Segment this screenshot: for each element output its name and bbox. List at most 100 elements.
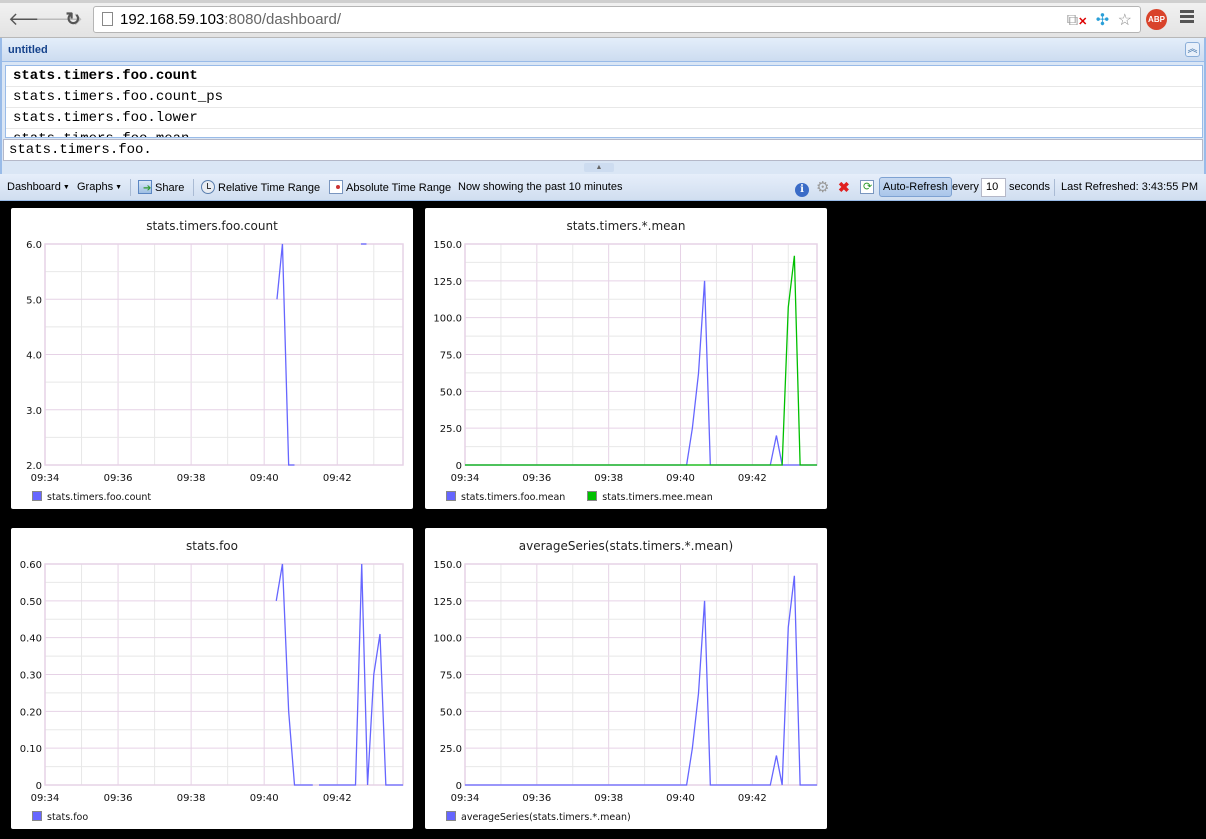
graph-card[interactable]: stats.foo 0 0.10 0.20 0.30 0.40 0.50 0.60 09:34… — [11, 528, 413, 829]
legend-swatch — [32, 491, 42, 501]
x-tick-label: 09:40 — [666, 793, 695, 804]
graph-card[interactable]: stats.timers.*.mean 0 25.0 50.0 75.0 100.0 12… — [425, 208, 827, 509]
share-icon — [138, 180, 152, 194]
extension-network-icon[interactable]: ✣ — [1096, 10, 1109, 30]
refresh-button[interactable] — [860, 180, 877, 194]
x-tick-label: 09:36 — [522, 793, 551, 804]
bookmark-star-icon[interactable]: ☆ — [1118, 10, 1132, 30]
adblock-icon[interactable]: ABP — [1146, 9, 1167, 30]
address-bar[interactable]: 192.168.59.103:8080/dashboard/ ⧉✕ ✣ ☆ — [93, 6, 1141, 33]
splitter-grip-icon[interactable]: ▲ — [584, 163, 614, 172]
last-refreshed-time: 3:43:55 PM — [1141, 181, 1198, 193]
graphs-menu[interactable]: Graphs ▼ — [77, 181, 122, 193]
legend-swatch — [446, 491, 456, 501]
url-path: :8080/dashboard/ — [224, 11, 342, 28]
info-button[interactable]: i — [795, 180, 812, 197]
x-tick-label: 09:42 — [738, 473, 767, 484]
series-line — [465, 575, 817, 786]
x-tick-label: 09:42 — [323, 793, 352, 804]
x-tick-label: 09:42 — [323, 473, 352, 484]
toolbar-divider — [1054, 179, 1055, 196]
refresh-icon — [860, 180, 874, 194]
y-tick-label: 25.0 — [440, 424, 462, 435]
dashboard-menu-label: Dashboard — [7, 181, 61, 193]
clock-icon — [201, 180, 215, 194]
time-range-status: Now showing the past 10 minutes — [458, 181, 623, 193]
reload-button[interactable]: ↻ — [63, 9, 83, 29]
x-tick-label: 09:38 — [594, 793, 623, 804]
line-chart: 0 0.10 0.20 0.30 0.40 0.50 0.60 09:34 09:36 09:38… — [20, 560, 404, 804]
x-tick-label: 09:34 — [31, 793, 60, 804]
collapse-panel-button[interactable]: ︽ — [1185, 42, 1200, 57]
absolute-time-range-button[interactable]: Absolute Time Range — [329, 180, 451, 194]
y-tick-label: 4.0 — [26, 351, 42, 362]
chart-legend: stats.foo — [32, 811, 110, 823]
x-tick-label: 09:36 — [104, 793, 133, 804]
y-tick-label: 75.0 — [440, 351, 462, 362]
y-tick-label: 25.0 — [440, 744, 462, 755]
x-tick-label: 09:40 — [250, 793, 279, 804]
dashboard-menu[interactable]: Dashboard ▼ — [7, 181, 70, 193]
legend-item: stats.timers.foo.mean — [446, 491, 565, 503]
completion-item[interactable]: stats.timers.foo.count_ps — [6, 87, 1202, 108]
remove-all-graphs-button[interactable]: ✖ — [838, 180, 855, 194]
completion-item[interactable]: stats.timers.foo.count — [6, 66, 1202, 87]
url-text[interactable]: 192.168.59.103:8080/dashboard/ — [120, 11, 341, 28]
absolute-time-label: Absolute Time Range — [346, 182, 452, 194]
y-tick-label: 0.50 — [20, 597, 42, 608]
toolbar-divider — [130, 179, 131, 196]
x-tick-label: 09:42 — [738, 793, 767, 804]
line-chart: 0 25.0 50.0 75.0 100.0 125.0 150.0 09:34 09:36 09… — [433, 240, 818, 484]
graph-card[interactable]: stats.timers.foo.count 2.0 3.0 4.0 5.0 6.0 09… — [11, 208, 413, 509]
relative-time-range-button[interactable]: Relative Time Range — [201, 180, 320, 194]
panel-splitter[interactable]: ▲ — [0, 162, 1206, 174]
line-chart: 0 25.0 50.0 75.0 100.0 125.0 150.0 09:34 09:36 09… — [433, 560, 818, 804]
y-tick-label: 2.0 — [26, 461, 42, 472]
back-button[interactable]: 🡐 — [8, 9, 56, 29]
chart-legend: stats.timers.foo.count — [32, 491, 173, 503]
edit-settings-button[interactable]: ⚙ — [816, 180, 833, 195]
y-tick-label: 100.0 — [433, 314, 462, 325]
graphs-menu-label: Graphs — [77, 181, 114, 193]
last-refreshed: Last Refreshed: 3:43:55 PM — [1061, 181, 1198, 193]
legend-item: stats.timers.mee.mean — [587, 491, 713, 503]
info-icon: i — [795, 183, 809, 197]
legend-item: stats.timers.foo.count — [32, 491, 151, 503]
y-tick-label: 0 — [456, 461, 462, 472]
refresh-interval-input[interactable]: 10 — [981, 178, 1006, 197]
blocked-plugin-icon[interactable]: ⧉✕ — [1067, 12, 1088, 30]
y-tick-label: 3.0 — [26, 406, 42, 417]
share-button[interactable]: Share — [138, 180, 184, 194]
completion-list[interactable]: stats.timers.foo.count stats.timers.foo.… — [5, 65, 1203, 138]
metric-completer-panel: untitled ︽ stats.timers.foo.count stats.… — [0, 38, 1206, 174]
metric-path-input[interactable]: stats.timers.foo. — [3, 139, 1203, 161]
y-tick-label: 0 — [36, 781, 42, 792]
legend-item: stats.foo — [32, 811, 88, 823]
chart-legend: stats.timers.foo.mean stats.timers.mee.me… — [446, 491, 735, 503]
legend-item: averageSeries(stats.timers.*.mean) — [446, 811, 631, 823]
auto-refresh-toggle[interactable]: Auto-Refresh — [879, 177, 952, 197]
graph-card[interactable]: averageSeries(stats.timers.*.mean) 0 25.0… — [425, 528, 827, 829]
panel-header: untitled ︽ — [2, 38, 1204, 62]
completion-item[interactable]: stats.timers.foo.mean — [6, 129, 1202, 137]
chrome-menu-icon[interactable] — [1180, 10, 1194, 25]
y-tick-label: 125.0 — [433, 597, 462, 608]
completion-item[interactable]: stats.timers.foo.lower — [6, 108, 1202, 129]
url-host: 192.168.59.103 — [120, 11, 225, 28]
browser-toolbar: 🡐 🡒 ↻ 192.168.59.103:8080/dashboard/ ⧉✕ … — [0, 0, 1206, 38]
legend-swatch — [587, 491, 598, 501]
toolbar-divider — [193, 179, 194, 196]
seconds-label: seconds — [1009, 181, 1050, 193]
y-tick-label: 0.20 — [20, 707, 42, 718]
y-tick-label: 0.60 — [20, 560, 42, 571]
x-tick-label: 09:36 — [522, 473, 551, 484]
x-tick-label: 09:34 — [31, 473, 60, 484]
y-tick-label: 100.0 — [433, 634, 462, 645]
x-tick-label: 09:36 — [104, 473, 133, 484]
legend-label: stats.foo — [47, 812, 89, 823]
x-tick-label: 09:40 — [250, 473, 279, 484]
x-tick-label: 09:40 — [666, 473, 695, 484]
forward-button[interactable]: 🡒 — [35, 9, 83, 29]
graph-area: stats.timers.foo.count 2.0 3.0 4.0 5.0 6.0 09… — [0, 202, 1206, 839]
y-tick-label: 0 — [456, 781, 462, 792]
